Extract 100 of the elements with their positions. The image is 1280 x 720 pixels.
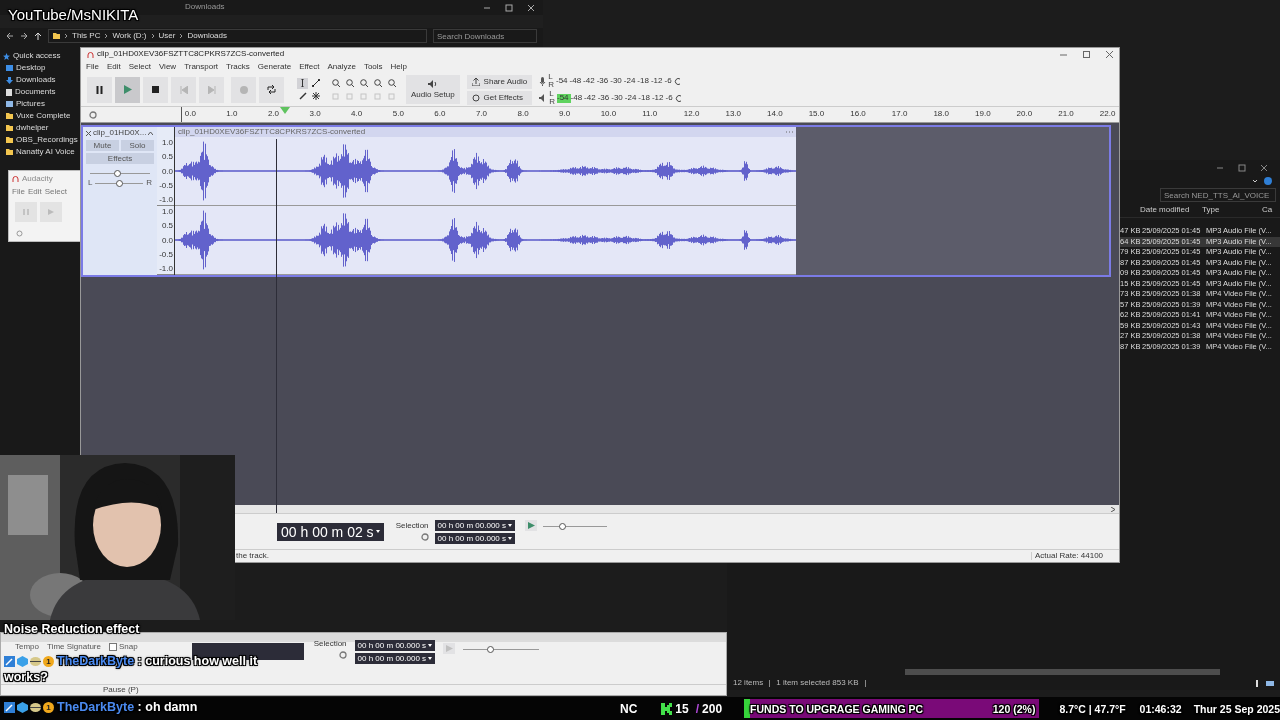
selection-time-field[interactable]: 00 h 00 m 00.000 s bbox=[354, 640, 436, 651]
level-meter[interactable]: -54 -48 -42 -36 -30 -24 -18 -12 -6 bbox=[555, 76, 672, 86]
selection-tool[interactable] bbox=[297, 77, 308, 89]
menu-item[interactable]: Transport bbox=[184, 62, 219, 72]
menu-item[interactable]: Edit bbox=[27, 188, 42, 197]
loop-button[interactable] bbox=[259, 76, 284, 103]
get-effects-button[interactable]: Get Effects bbox=[466, 90, 533, 105]
effects-button[interactable]: Effects bbox=[86, 152, 154, 164]
close-icon[interactable] bbox=[86, 130, 91, 136]
close-icon[interactable] bbox=[527, 3, 535, 12]
menu-item[interactable]: Help bbox=[390, 62, 408, 72]
column-header[interactable]: Ca bbox=[1262, 205, 1280, 215]
zoom-button[interactable] bbox=[344, 77, 355, 88]
breadcrumb-item[interactable]: Downloads bbox=[187, 31, 227, 41]
scale-label: -1.0 bbox=[159, 264, 173, 273]
chevron-down-icon[interactable] bbox=[1252, 178, 1258, 184]
playhead-marker[interactable] bbox=[279, 107, 290, 114]
menu-item[interactable]: File bbox=[12, 188, 25, 197]
speed-slider[interactable] bbox=[463, 645, 540, 653]
play-at-speed-button[interactable] bbox=[525, 520, 538, 531]
back-arrow-icon[interactable] bbox=[6, 32, 14, 40]
share-audio-button[interactable]: Share Audio bbox=[466, 74, 533, 89]
forward-arrow-icon[interactable] bbox=[20, 32, 28, 40]
menu-item[interactable]: Generate bbox=[257, 62, 292, 72]
gear-icon[interactable] bbox=[338, 650, 347, 659]
pause-button[interactable] bbox=[87, 76, 112, 103]
reset-icon[interactable] bbox=[673, 77, 681, 85]
breadcrumb-item[interactable]: This PC bbox=[72, 31, 101, 41]
sidebar-item[interactable]: dwhelper bbox=[16, 123, 49, 133]
menu-item[interactable]: File bbox=[86, 62, 99, 72]
sidebar-item[interactable]: Quick access bbox=[13, 51, 61, 61]
breadcrumb-item[interactable]: Work (D:) bbox=[112, 31, 147, 41]
maximize-icon[interactable] bbox=[1238, 163, 1246, 172]
gain-slider[interactable] bbox=[90, 168, 150, 177]
selection-time-field[interactable]: 00 h 00 m 00.000 s bbox=[354, 653, 436, 664]
selection-time-field[interactable]: 00 h 00 m 00.000 s bbox=[434, 532, 516, 544]
sidebar-item[interactable]: Vuxe Complete bbox=[16, 111, 71, 121]
up-arrow-icon[interactable] bbox=[34, 32, 42, 40]
menu-item[interactable]: View bbox=[158, 62, 177, 72]
zoom-button[interactable] bbox=[330, 77, 341, 88]
audio-track[interactable]: clip_01HD0X... Mute Solo Effects L R 1.0 0.5 0.0 -0.5 -1.0 1.0 0.5 0.0 -0.5 -1.0 clip_01HD0XEV36FSZTTC8CPKRS7ZCS-converted bbox=[81, 125, 1111, 277]
menu-item[interactable]: Select bbox=[44, 188, 67, 197]
multi-tool[interactable] bbox=[310, 90, 321, 102]
status-text: 1 item selected 853 KB bbox=[776, 678, 859, 688]
maximize-icon[interactable] bbox=[505, 3, 513, 12]
slider-thumb[interactable] bbox=[114, 169, 121, 177]
zoom-button[interactable] bbox=[358, 77, 369, 88]
search-field[interactable]: Search Downloads bbox=[433, 29, 537, 43]
track-toggle-button[interactable]: Solo bbox=[121, 139, 154, 151]
menu-item[interactable]: Tools bbox=[363, 62, 383, 72]
gear-icon[interactable] bbox=[420, 532, 429, 541]
sidebar-item[interactable]: Downloads bbox=[16, 75, 56, 85]
menu-item[interactable]: Analyze bbox=[327, 62, 356, 72]
time-display[interactable]: 00 h 00 m 02 s bbox=[277, 522, 384, 541]
search-field[interactable]: Search NED_TTS_AI_VOICE bbox=[1160, 188, 1276, 202]
track-toggle-button[interactable]: Mute bbox=[86, 139, 119, 151]
envelope-tool[interactable] bbox=[310, 77, 321, 89]
audio-setup-button[interactable]: Audio Setup bbox=[406, 75, 460, 104]
microphone-icon[interactable] bbox=[539, 76, 547, 86]
breadcrumb-item[interactable]: User bbox=[158, 31, 176, 41]
menu-item[interactable]: Edit bbox=[106, 62, 121, 72]
gear-icon[interactable] bbox=[89, 110, 97, 119]
scroll-right-icon[interactable] bbox=[1111, 506, 1115, 512]
column-header[interactable]: Type bbox=[1202, 205, 1262, 215]
sidebar-item[interactable]: Desktop bbox=[16, 63, 46, 73]
column-header[interactable]: Date modified bbox=[1140, 205, 1202, 215]
menu-item[interactable]: Effect bbox=[299, 62, 320, 72]
sidebar-item[interactable]: Nanatty AI Voice bbox=[16, 147, 75, 157]
scrollbar[interactable] bbox=[905, 669, 1220, 675]
slider-thumb[interactable] bbox=[486, 646, 494, 653]
slider-thumb[interactable] bbox=[559, 523, 567, 530]
ruler-label: 16.0 bbox=[850, 110, 866, 119]
level-meter[interactable]: -54 -48 -42 -36 -30 -24 -18 -12 -6 bbox=[556, 93, 673, 103]
sidebar-item[interactable]: OBS_Recordings bbox=[16, 135, 78, 145]
sidebar-item[interactable]: Pictures bbox=[16, 99, 45, 109]
draw-tool[interactable] bbox=[297, 90, 308, 102]
track-name[interactable]: clip_01HD0X... bbox=[93, 129, 147, 138]
slider-thumb[interactable] bbox=[116, 180, 124, 188]
pan-slider[interactable] bbox=[95, 179, 144, 188]
speed-slider[interactable] bbox=[543, 522, 608, 530]
selection-time-field[interactable]: 00 h 00 m 00.000 s bbox=[434, 519, 516, 531]
zoom-button[interactable] bbox=[372, 77, 383, 88]
sidebar-item[interactable]: Documents bbox=[15, 87, 56, 97]
meter-scale-label: -18 bbox=[638, 93, 650, 103]
close-icon[interactable] bbox=[1260, 163, 1268, 172]
tiles-view-icon[interactable] bbox=[1266, 679, 1274, 687]
menu-item[interactable]: Tracks bbox=[226, 62, 250, 72]
maximize-icon[interactable] bbox=[1083, 51, 1090, 58]
menu-item[interactable]: Select bbox=[128, 62, 151, 72]
wrench-icon bbox=[4, 656, 15, 668]
zoom-button[interactable] bbox=[386, 77, 397, 88]
reset-icon[interactable] bbox=[674, 94, 682, 102]
magnifier-icon bbox=[331, 78, 340, 87]
snap-checkbox[interactable] bbox=[108, 643, 117, 652]
stop-button[interactable] bbox=[143, 76, 168, 103]
pause-icon bbox=[23, 209, 29, 215]
close-icon[interactable] bbox=[1106, 51, 1113, 58]
tracks-area[interactable]: clip_01HD0X... Mute Solo Effects L R 1.0 0.5 0.0 -0.5 -1.0 1.0 0.5 0.0 -0.5 -1.0 clip_01HD0XEV36FSZTTC8CPKRS7ZCS-converted bbox=[81, 123, 1119, 513]
collapse-icon[interactable] bbox=[148, 131, 154, 136]
help-icon[interactable] bbox=[1264, 177, 1272, 185]
